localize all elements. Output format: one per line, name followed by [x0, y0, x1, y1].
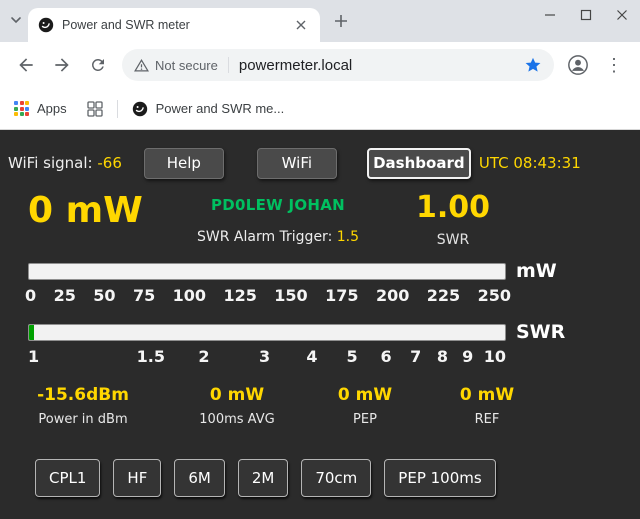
tab-close-icon[interactable]: [292, 16, 310, 34]
chevron-down-icon[interactable]: [9, 13, 23, 32]
bookmark-title: Power and SWR me...: [156, 101, 285, 116]
window-controls: [532, 0, 640, 30]
6m-button[interactable]: 6M: [174, 459, 225, 497]
reading-value: 0 mW: [176, 385, 298, 405]
tick-label: 150: [274, 286, 307, 305]
pep-100ms-button[interactable]: PEP 100ms: [384, 459, 495, 497]
tick-label: 6: [380, 347, 391, 366]
2m-button[interactable]: 2M: [238, 459, 289, 497]
swr-meter-track: [28, 324, 506, 341]
reading-label: Power in dBm: [8, 412, 158, 427]
tick-label: 2: [198, 347, 209, 366]
address-divider: [228, 57, 229, 73]
url-text: powermeter.local: [239, 57, 352, 74]
apps-label: Apps: [37, 101, 67, 116]
bookmark-star-icon[interactable]: [524, 56, 542, 74]
cpl1-button[interactable]: CPL1: [35, 459, 100, 497]
tick-label: 0: [25, 286, 36, 305]
tick-label: 1: [28, 347, 39, 366]
refresh-icon[interactable]: [80, 47, 116, 83]
reading-label: 100ms AVG: [176, 412, 298, 427]
wifi-signal-value: -66: [97, 154, 122, 172]
tick-label: 9: [462, 347, 473, 366]
tick-label: 8: [437, 347, 448, 366]
tick-label: 100: [173, 286, 206, 305]
site-favicon: [132, 101, 148, 117]
swr-main-value: 1.00: [378, 191, 528, 224]
swr-alarm-value: 1.5: [337, 229, 359, 245]
mode-buttons-row: CPL1 HF 6M 2M 70cm PEP 100ms: [35, 459, 640, 497]
swr-meter-fill: [29, 325, 34, 340]
mw-meter: mW: [28, 260, 640, 282]
tick-label: 75: [133, 286, 155, 305]
tick-label: 5: [347, 347, 358, 366]
tick-label: 175: [325, 286, 358, 305]
swr-alarm-text: SWR Alarm Trigger: 1.5: [178, 229, 378, 245]
reading-pep: 0 mW PEP: [310, 385, 420, 427]
reading-ref: 0 mW REF: [428, 385, 546, 427]
bookmark-item[interactable]: Power and SWR me...: [132, 101, 285, 117]
reading-avg: 0 mW 100ms AVG: [176, 385, 298, 427]
tick-label: 7: [410, 347, 421, 366]
browser-window: Power and SWR meter: [0, 0, 640, 519]
swr-meter-unit: SWR: [516, 321, 565, 343]
bookmarks-divider: [117, 100, 118, 118]
dashboard-button[interactable]: Dashboard: [367, 148, 471, 179]
mw-meter-track: [28, 263, 506, 280]
tick-label: 4: [306, 347, 317, 366]
tab-title: Power and SWR meter: [62, 18, 292, 32]
tick-label: 1.5: [137, 347, 165, 366]
tick-label: 25: [54, 286, 76, 305]
swr-alarm-label: SWR Alarm Trigger:: [197, 229, 332, 245]
reading-label: REF: [428, 412, 546, 427]
not-secure-warning-icon[interactable]: [134, 58, 149, 73]
mw-meter-ticks: 0 25 50 75 100 125 150 175 200 225 250: [25, 286, 511, 305]
mw-meter-unit: mW: [516, 260, 557, 282]
swr-meter: SWR: [28, 321, 640, 343]
new-tab-icon[interactable]: [334, 14, 348, 33]
tick-label: 3: [259, 347, 270, 366]
menu-dots-icon[interactable]: ⋮: [596, 47, 632, 83]
swr-meter-ticks: 1 1.5 2 3 4 5 6 7 8 9 10: [28, 347, 506, 367]
wifi-button[interactable]: WiFi: [257, 148, 337, 179]
security-label[interactable]: Not secure: [155, 58, 218, 73]
apps-grid-icon: [14, 101, 29, 116]
profile-icon[interactable]: [560, 47, 596, 83]
reading-value: 0 mW: [428, 385, 546, 405]
bookmarks-bar: Apps Power and SWR me...: [0, 88, 640, 130]
forward-icon[interactable]: [44, 47, 80, 83]
tick-label: 250: [478, 286, 511, 305]
grid-icon[interactable]: [87, 101, 103, 117]
site-favicon: [38, 17, 54, 33]
wifi-signal-text: WiFi signal: -66: [8, 154, 122, 172]
browser-tab[interactable]: Power and SWR meter: [28, 8, 320, 42]
help-button[interactable]: Help: [144, 148, 224, 179]
wifi-signal-label: WiFi signal:: [8, 154, 93, 172]
minimize-icon[interactable]: [532, 0, 568, 30]
reading-label: PEP: [310, 412, 420, 427]
back-icon[interactable]: [8, 47, 44, 83]
tab-strip: Power and SWR meter: [0, 0, 640, 42]
utc-time: UTC 08:43:31: [479, 154, 581, 172]
tick-label: 50: [93, 286, 115, 305]
window-close-icon[interactable]: [604, 0, 640, 30]
swr-caption: SWR: [378, 232, 528, 248]
maximize-icon[interactable]: [568, 0, 604, 30]
reading-dbm: -15.6dBm Power in dBm: [8, 385, 158, 427]
readings-row: -15.6dBm Power in dBm 0 mW 100ms AVG 0 m…: [8, 385, 640, 427]
70cm-button[interactable]: 70cm: [301, 459, 371, 497]
tick-label: 200: [376, 286, 409, 305]
hf-button[interactable]: HF: [113, 459, 161, 497]
reading-value: -15.6dBm: [8, 385, 158, 405]
navigation-bar: Not secure powermeter.local ⋮: [0, 42, 640, 88]
tick-label: 225: [427, 286, 460, 305]
apps-shortcut[interactable]: Apps: [14, 101, 67, 116]
address-bar[interactable]: Not secure powermeter.local: [122, 49, 554, 81]
reading-value: 0 mW: [310, 385, 420, 405]
tick-label: 125: [223, 286, 256, 305]
power-main-value: 0 mW: [28, 191, 178, 248]
power-meter-page: WiFi signal: -66 Help WiFi Dashboard UTC…: [0, 130, 640, 519]
callsign: PD0LEW JOHAN: [178, 196, 378, 214]
tick-label: 10: [484, 347, 506, 366]
